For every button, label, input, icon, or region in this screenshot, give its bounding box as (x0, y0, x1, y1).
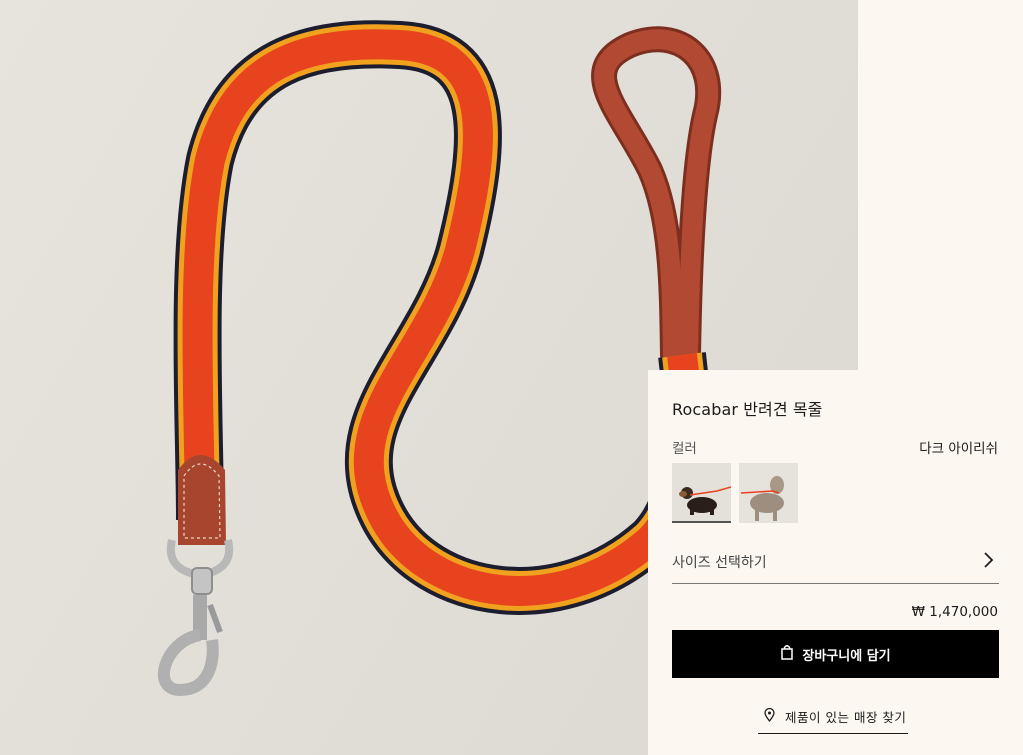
add-to-cart-label: 장바구니에 담기 (802, 648, 891, 664)
color-label: 컬러 (672, 441, 697, 457)
shopping-bag-icon (780, 644, 794, 664)
add-to-cart-button[interactable]: 장바구니에 담기 (672, 630, 999, 678)
leather-handle (591, 26, 722, 368)
find-store-link[interactable]: 제품이 있는 매장 찾기 (758, 706, 909, 734)
product-title: Rocabar 반려견 목줄 (672, 400, 823, 419)
color-swatch-dachshund[interactable] (672, 463, 731, 523)
product-price: ₩ 1,470,000 (911, 604, 998, 620)
weimaraner-thumbnail (739, 463, 798, 523)
side-blank-area (858, 0, 1023, 370)
chevron-right-icon (983, 551, 995, 573)
dachshund-thumbnail (672, 463, 731, 521)
product-panel: Rocabar 반려견 목줄 컬러 다크 아이리쉬 사이즈 선택하기 ₩ 1,4 (648, 370, 1023, 755)
find-store-label: 제품이 있는 매장 찾기 (785, 710, 907, 725)
color-swatch-weimaraner[interactable] (739, 463, 798, 523)
snap-hook (157, 539, 234, 697)
size-selector-label: 사이즈 선택하기 (672, 555, 767, 571)
selected-color: 다크 아이리쉬 (919, 441, 998, 457)
size-selector[interactable]: 사이즈 선택하기 (672, 546, 999, 584)
location-pin-icon (764, 707, 775, 725)
